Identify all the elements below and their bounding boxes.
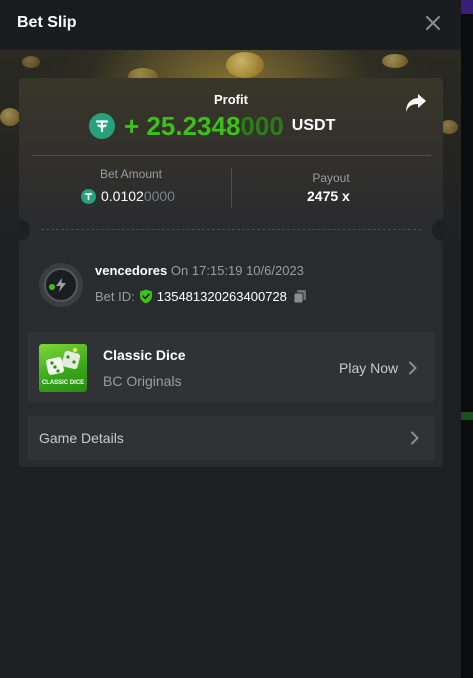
bet-user-line: vencedores On 17:15:19 10/6/2023 — [95, 263, 304, 278]
bet-amount-main: 0.0102 — [101, 188, 144, 204]
bet-amount-value: 0.0102 0000 — [81, 188, 175, 204]
copy-button[interactable] — [293, 289, 307, 304]
bet-amount-trailing: 0000 — [143, 188, 175, 204]
bet-slip-panel: Bet Slip Profit + 25.2348000 USDT Bet Am… — [0, 0, 461, 678]
share-icon — [406, 94, 426, 112]
game-details-label: Game Details — [39, 430, 124, 446]
copy-icon — [293, 290, 306, 304]
divider — [31, 155, 431, 156]
close-button[interactable] — [420, 10, 446, 36]
game-provider: BC Originals — [103, 373, 182, 389]
game-thumbnail: CLASSIC DICE — [39, 344, 87, 392]
ticket-divider — [41, 229, 421, 230]
profit-label: Profit — [214, 92, 248, 107]
payout-label: Payout — [312, 171, 350, 185]
coin-decoration — [22, 56, 40, 68]
background-edge-accent — [461, 412, 473, 420]
background-edge — [461, 0, 473, 678]
profit-value-main: 25.2348 — [146, 110, 241, 141]
game-thumb-text: CLASSIC DICE — [41, 380, 85, 386]
bet-id-line: Bet ID: 135481320263400728 — [95, 289, 307, 304]
tether-icon — [89, 113, 115, 139]
bet-id-label: Bet ID: — [95, 289, 135, 304]
chevron-right-icon — [411, 431, 419, 445]
game-name: Classic Dice — [103, 347, 186, 363]
game-link-row[interactable]: CLASSIC DICE Classic Dice BC Originals P… — [27, 332, 435, 402]
profit-currency: USDT — [291, 117, 336, 134]
header: Bet Slip — [0, 0, 461, 50]
chevron-right-icon — [409, 361, 418, 375]
on-label: On — [170, 263, 189, 278]
divider — [231, 168, 232, 208]
online-status-dot — [49, 284, 55, 290]
play-now-button[interactable]: Play Now — [339, 360, 418, 376]
coin-decoration — [226, 52, 264, 78]
avatar[interactable] — [39, 263, 83, 307]
coin-decoration — [382, 54, 408, 68]
share-button[interactable] — [404, 92, 430, 116]
profit-value: + 25.2348000 — [124, 111, 284, 142]
username[interactable]: vencedores — [95, 263, 167, 278]
bet-datetime: 17:15:19 10/6/2023 — [191, 263, 304, 278]
bet-id-value: 135481320263400728 — [156, 289, 287, 304]
coin-decoration — [0, 108, 20, 126]
ticket-notch — [432, 219, 443, 241]
profit-amount: + 25.2348000 USDT — [89, 111, 335, 141]
shield-check-icon — [139, 289, 152, 304]
lightning-icon — [56, 278, 66, 292]
background-edge-accent — [461, 0, 473, 14]
close-icon — [426, 16, 440, 30]
game-details-row[interactable]: Game Details — [27, 416, 435, 460]
page-title: Bet Slip — [17, 14, 77, 31]
bet-amount-label: Bet Amount — [99, 167, 163, 181]
payout-value: 2475 x — [307, 188, 350, 204]
profit-value-trailing: 000 — [240, 110, 284, 141]
bet-card: Profit + 25.2348000 USDT Bet Amount 0.01… — [19, 78, 443, 467]
tether-icon — [81, 188, 96, 204]
profit-sign: + — [124, 110, 140, 141]
play-now-label: Play Now — [339, 360, 399, 376]
